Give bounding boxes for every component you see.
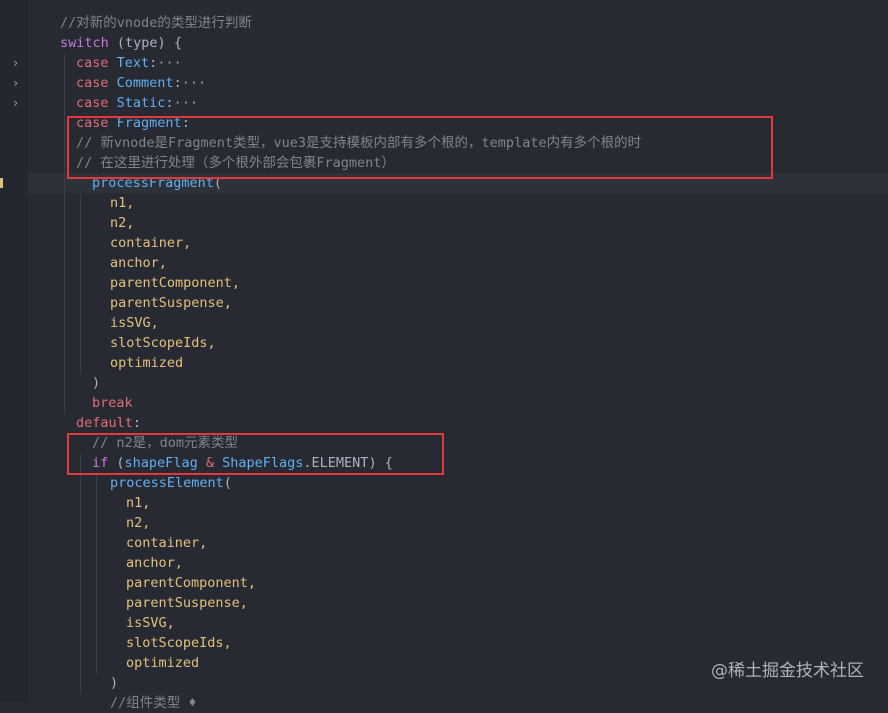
indent-guide — [80, 194, 81, 374]
code-line: processElement( — [110, 475, 232, 491]
code-line-case-static: case Static:··· — [76, 95, 198, 111]
indent-guide — [64, 54, 65, 414]
code-line: ) — [110, 675, 119, 691]
code-arg: parentSuspense, — [126, 595, 248, 611]
code-comment: //组件类型 ♦ — [110, 695, 197, 711]
change-marker — [0, 178, 3, 188]
code-arg: n1, — [110, 195, 135, 211]
code-arg: isSVG, — [126, 615, 175, 631]
indent-guide — [96, 474, 97, 674]
code-arg: n2, — [126, 515, 151, 531]
code-arg: parentSuspense, — [110, 295, 232, 311]
code-arg: container, — [126, 535, 208, 551]
code-arg: n1, — [126, 495, 151, 511]
code-arg: slotScopeIds, — [110, 335, 216, 351]
code-arg: container, — [110, 235, 192, 251]
code-arg: n2, — [110, 215, 135, 231]
fold-chevron-icon[interactable]: › — [12, 77, 22, 89]
code-arg: isSVG, — [110, 315, 159, 331]
line-gutter: › › › — [0, 0, 28, 703]
fold-chevron-icon[interactable]: › — [12, 97, 22, 109]
fold-chevron-icon[interactable]: › — [12, 57, 22, 69]
code-arg: anchor, — [110, 255, 167, 271]
code-arg: parentComponent, — [110, 275, 241, 291]
indent-guide — [80, 454, 81, 694]
code-editor[interactable]: //对新的vnode的类型进行判断 switch (type) { case T… — [28, 0, 888, 711]
code-arg: optimized — [110, 355, 184, 371]
highlight-box-fragment — [67, 116, 773, 179]
code-line: //对新的vnode的类型进行判断 — [60, 15, 252, 31]
code-line: break — [92, 395, 133, 411]
code-line: switch (type) { — [60, 35, 182, 51]
code-arg: slotScopeIds, — [126, 635, 232, 651]
watermark: @稀土掘金技术社区 — [711, 661, 864, 681]
code-line-default: default: — [76, 415, 142, 431]
highlight-box-element — [67, 433, 444, 475]
code-arg: parentComponent, — [126, 575, 257, 591]
code-arg: optimized — [126, 655, 200, 671]
code-line-case-text: case Text:··· — [76, 55, 182, 71]
code-line-case-comment: case Comment:··· — [76, 75, 207, 91]
code-line: ) — [92, 375, 101, 391]
code-arg: anchor, — [126, 555, 183, 571]
